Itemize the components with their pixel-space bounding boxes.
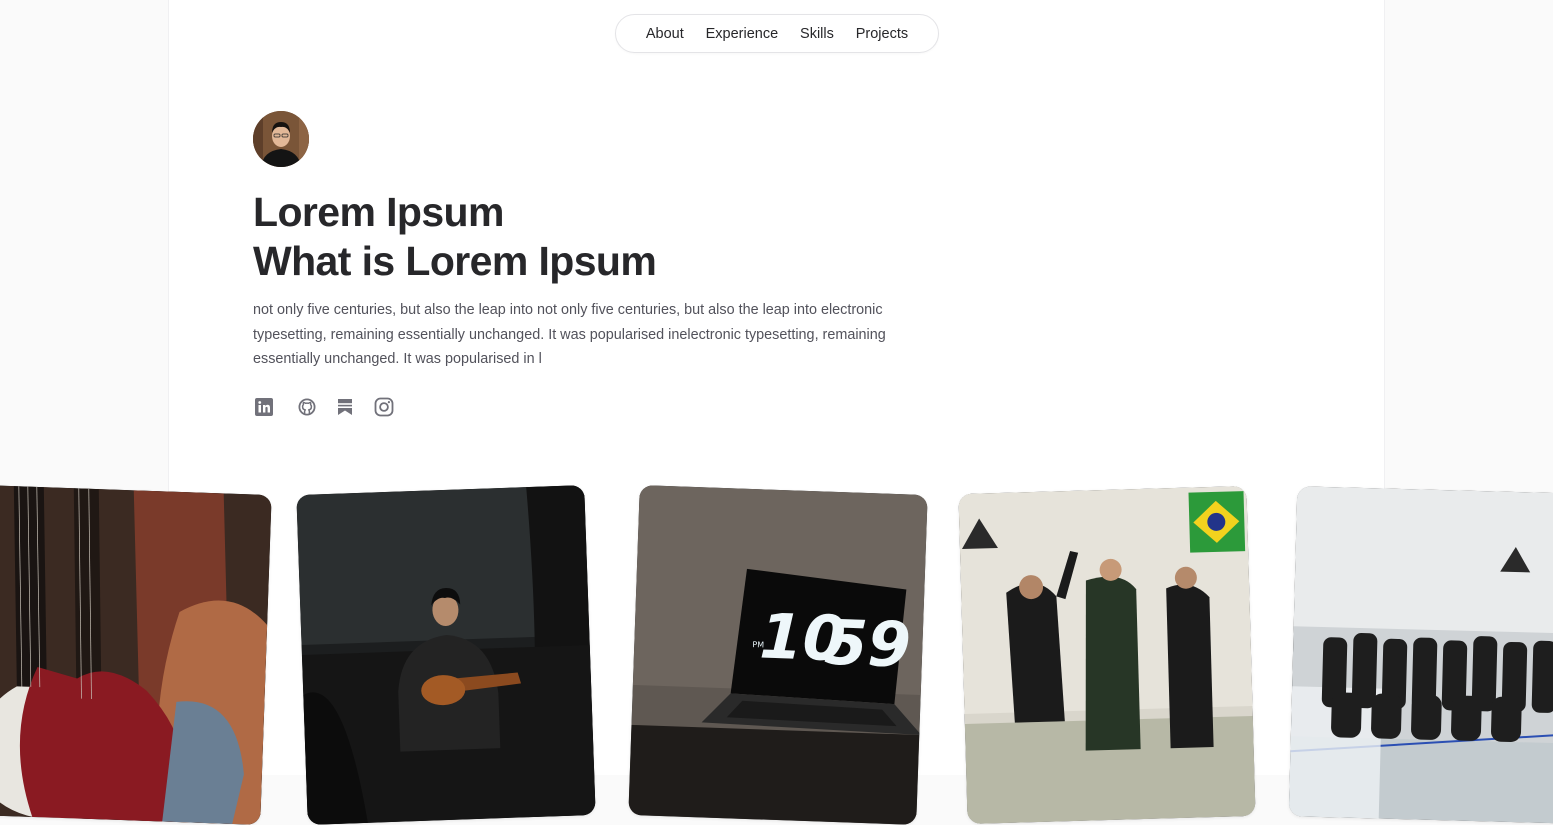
top-nav: About Experience Skills Projects: [615, 14, 939, 53]
photo-guitarist: [296, 485, 596, 825]
avatar: [253, 111, 309, 167]
nav-item-skills[interactable]: Skills: [800, 26, 834, 42]
svg-text:59: 59: [823, 606, 912, 682]
instagram-icon[interactable]: [373, 396, 395, 418]
page-title: Lorem Ipsum What is Lorem Ipsum: [253, 188, 657, 286]
linkedin-icon[interactable]: [253, 396, 275, 418]
bio-text: not only five centuries, but also the le…: [253, 302, 886, 368]
title-line-1: Lorem Ipsum: [253, 189, 504, 235]
title-line-2: What is Lorem Ipsum: [253, 238, 657, 284]
github-icon[interactable]: [296, 396, 318, 418]
nav-item-experience[interactable]: Experience: [706, 26, 779, 42]
clock-display: PM 10 59: [752, 599, 912, 682]
bookmark-icon[interactable]: [334, 396, 356, 418]
photo-gym-group: [1288, 486, 1553, 824]
photo-jiujitsu-award: [958, 486, 1256, 824]
nav-item-about[interactable]: About: [646, 26, 684, 42]
nav-item-projects[interactable]: Projects: [856, 26, 908, 42]
photo-guitars: [0, 485, 272, 825]
photo-laptop-clock: PM 10 59: [628, 485, 928, 825]
